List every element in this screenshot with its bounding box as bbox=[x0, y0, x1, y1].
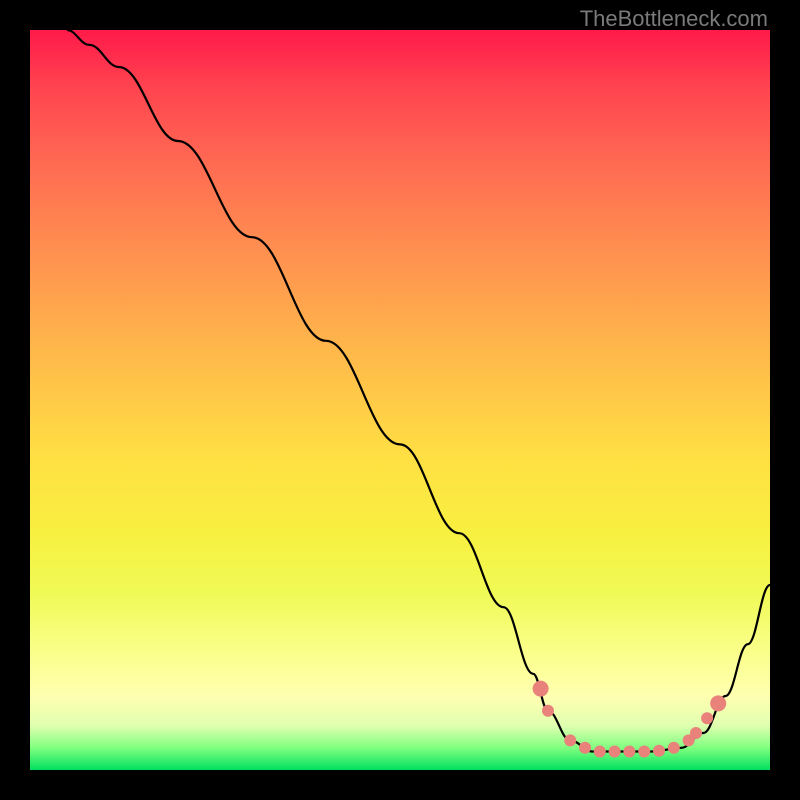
chart-svg bbox=[30, 30, 770, 770]
bottleneck-curve-line bbox=[67, 30, 770, 752]
data-marker bbox=[653, 745, 665, 757]
data-marker bbox=[710, 695, 726, 711]
data-marker bbox=[701, 712, 713, 724]
chart-plot-area bbox=[30, 30, 770, 770]
attribution-text: TheBottleneck.com bbox=[580, 6, 768, 32]
data-marker bbox=[564, 734, 576, 746]
data-marker bbox=[609, 746, 621, 758]
data-marker bbox=[542, 705, 554, 717]
data-marker bbox=[668, 742, 680, 754]
data-marker bbox=[690, 727, 702, 739]
data-marker bbox=[594, 746, 606, 758]
data-marker bbox=[683, 734, 695, 746]
data-marker bbox=[623, 746, 635, 758]
marker-group bbox=[533, 681, 727, 758]
data-marker bbox=[533, 681, 549, 697]
data-marker bbox=[638, 746, 650, 758]
data-marker bbox=[579, 742, 591, 754]
